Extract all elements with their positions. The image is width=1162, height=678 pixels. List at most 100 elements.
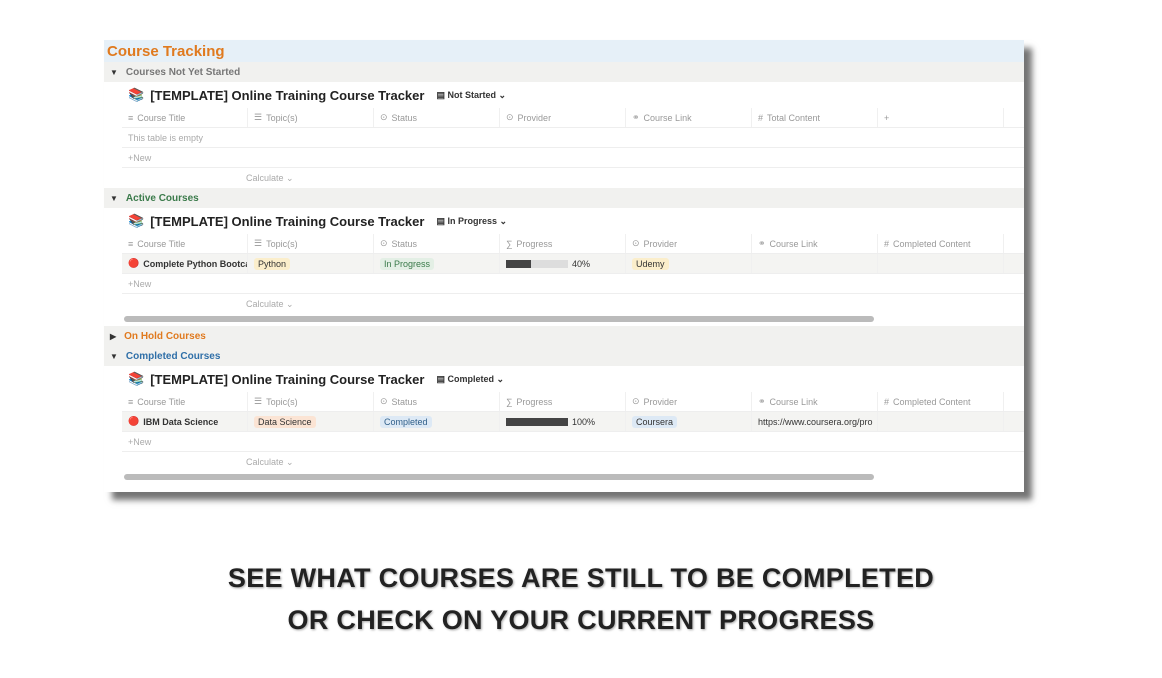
column-header[interactable]: ⊙ Status <box>374 392 500 411</box>
column-label: Status <box>391 112 418 123</box>
column-label: Provider <box>517 112 552 123</box>
progress-bar <box>506 259 568 268</box>
cell-topic[interactable]: Data Science <box>248 412 374 431</box>
cell-link[interactable] <box>752 254 878 273</box>
triangle-right-icon[interactable]: ▶ <box>110 332 116 341</box>
section-toggle-2[interactable]: ▶ On Hold Courses <box>104 326 1024 346</box>
new-row-button[interactable]: + New <box>122 274 1024 294</box>
database-block: 📚 [TEMPLATE] Online Training Course Track… <box>122 208 1024 322</box>
calculate-button[interactable]: Calculate ⌄ <box>246 173 294 184</box>
column-label: Course Link <box>769 238 818 249</box>
list-icon: ☰ <box>254 112 263 122</box>
triangle-down-icon[interactable]: ▼ <box>110 352 118 361</box>
cell-title[interactable]: 🔴Complete Python Bootcamp: Go from <box>122 254 248 273</box>
table-header: ≡ Course Title ☰ Topic(s) ⊙ Status ∑ Progress ⊙ P… <box>122 392 1024 412</box>
database-name[interactable]: [TEMPLATE] Online Training Course Tracke… <box>150 214 424 229</box>
calculate-label: Calculate <box>246 298 284 309</box>
column-header[interactable]: ⊙ Provider <box>500 108 626 127</box>
database-title: 📚 [TEMPLATE] Online Training Course Track… <box>122 208 1024 234</box>
column-label: Course Link <box>643 112 692 123</box>
course-title[interactable]: Complete Python Bootcamp: Go from <box>143 259 247 269</box>
text-icon: ≡ <box>128 238 134 249</box>
cell-provider[interactable]: Udemy <box>626 254 752 273</box>
cell-status[interactable]: Completed <box>374 412 500 431</box>
column-header[interactable]: # Completed Content <box>878 234 1004 253</box>
empty-message: This table is empty <box>122 128 1024 148</box>
triangle-down-icon[interactable]: ▼ <box>110 194 118 203</box>
course-icon: 🔴 <box>128 416 140 426</box>
column-label: Total Content <box>767 112 821 123</box>
column-label: Topic(s) <box>266 238 298 249</box>
new-row-button[interactable]: + New <box>122 148 1024 168</box>
column-header[interactable]: ⊙ Status <box>374 108 500 127</box>
column-header[interactable]: ⚭ Course Link <box>626 108 752 127</box>
section-label: Active Courses <box>125 192 199 204</box>
triangle-down-icon[interactable]: ▼ <box>110 68 118 77</box>
new-label: New <box>133 278 152 289</box>
status-tag: Completed <box>380 415 432 428</box>
status-icon: ⊙ <box>380 396 388 406</box>
column-header[interactable]: # Completed Content <box>878 392 1004 411</box>
status-icon: ⊙ <box>506 112 514 122</box>
column-header[interactable]: ☰ Topic(s) <box>248 234 374 253</box>
link-icon: ⚭ <box>632 112 640 122</box>
calculate-button[interactable]: Calculate ⌄ <box>246 299 294 310</box>
column-label: Course Title <box>137 238 186 249</box>
column-header[interactable]: ∑ Progress <box>500 392 626 411</box>
provider-tag: Coursera <box>632 415 678 428</box>
column-header[interactable]: ⚭ Course Link <box>752 234 878 253</box>
cell-status[interactable]: In Progress <box>374 254 500 273</box>
column-label: Topic(s) <box>266 112 298 123</box>
column-header[interactable]: # Total Content <box>752 108 878 127</box>
provider-tag: Udemy <box>632 257 669 270</box>
sections: ▼ Courses Not Yet Started 📚 [TEMPLATE] Onli… <box>104 62 1024 480</box>
cell-topic[interactable]: Python <box>248 254 374 273</box>
cell-link[interactable]: https://www.coursera.org/pro <box>752 412 878 431</box>
cell-provider[interactable]: Coursera <box>626 412 752 431</box>
section-toggle-1[interactable]: ▼ Active Courses <box>104 188 1024 208</box>
column-header[interactable]: ⊙ Provider <box>626 234 752 253</box>
horizontal-scrollbar[interactable] <box>124 316 874 322</box>
column-header[interactable]: ≡ Course Title <box>122 108 248 127</box>
status-icon: ⊙ <box>380 238 388 248</box>
view-selector[interactable]: ▤ Completed ⌄ <box>436 374 504 385</box>
column-header[interactable]: ≡ Course Title <box>122 392 248 411</box>
table-row[interactable]: 🔴 IBM Data Science Data Science Completed 10… <box>122 412 1024 432</box>
column-header[interactable]: ☰ Topic(s) <box>248 392 374 411</box>
column-label: Course Link <box>769 396 818 407</box>
status-icon: ⊙ <box>632 396 640 406</box>
database-name[interactable]: [TEMPLATE] Online Training Course Tracke… <box>150 88 424 103</box>
section-label: On Hold Courses <box>124 330 206 342</box>
chevron-down-icon: ⌄ <box>283 456 294 467</box>
notion-page: Course Tracking ▼ Courses Not Yet Started… <box>104 40 1024 492</box>
column-header[interactable]: ☰ Topic(s) <box>248 108 374 127</box>
table-header: ≡ Course Title ☰ Topic(s) ⊙ Status ⊙ Provider ⚭ C… <box>122 108 1024 128</box>
table-row[interactable]: 🔴Complete Python Bootcamp: Go from Python… <box>122 254 1024 274</box>
sigma-icon: ∑ <box>506 396 513 407</box>
horizontal-scrollbar[interactable] <box>124 474 874 480</box>
section-label: Courses Not Yet Started <box>125 66 241 78</box>
cell-title[interactable]: 🔴 IBM Data Science <box>122 412 248 431</box>
progress-label: 40% <box>572 258 591 269</box>
section-toggle-0[interactable]: ▼ Courses Not Yet Started <box>104 62 1024 82</box>
database-name[interactable]: [TEMPLATE] Online Training Course Tracke… <box>150 372 424 387</box>
view-selector[interactable]: ▤ Not Started ⌄ <box>436 90 506 101</box>
column-header[interactable]: ⚭ Course Link <box>752 392 878 411</box>
calculate-button[interactable]: Calculate ⌄ <box>246 457 294 468</box>
column-label: Completed Content <box>893 396 971 407</box>
column-label: Course Title <box>137 396 186 407</box>
course-title[interactable]: IBM Data Science <box>143 417 218 427</box>
new-row-button[interactable]: + New <box>122 432 1024 452</box>
view-selector[interactable]: ▤ In Progress ⌄ <box>436 216 507 227</box>
column-header[interactable]: + <box>878 108 1004 127</box>
cell-completed-content[interactable] <box>878 412 1004 431</box>
column-header[interactable]: ∑ Progress <box>500 234 626 253</box>
column-header[interactable]: ⊙ Status <box>374 234 500 253</box>
column-header[interactable]: ⊙ Provider <box>626 392 752 411</box>
chevron-down-icon: ⌄ <box>283 172 294 183</box>
link-icon: ⚭ <box>758 396 766 406</box>
view-name: Completed <box>447 373 494 384</box>
cell-completed-content[interactable] <box>878 254 1004 273</box>
column-header[interactable]: ≡ Course Title <box>122 234 248 253</box>
section-toggle-3[interactable]: ▼ Completed Courses <box>104 346 1024 366</box>
